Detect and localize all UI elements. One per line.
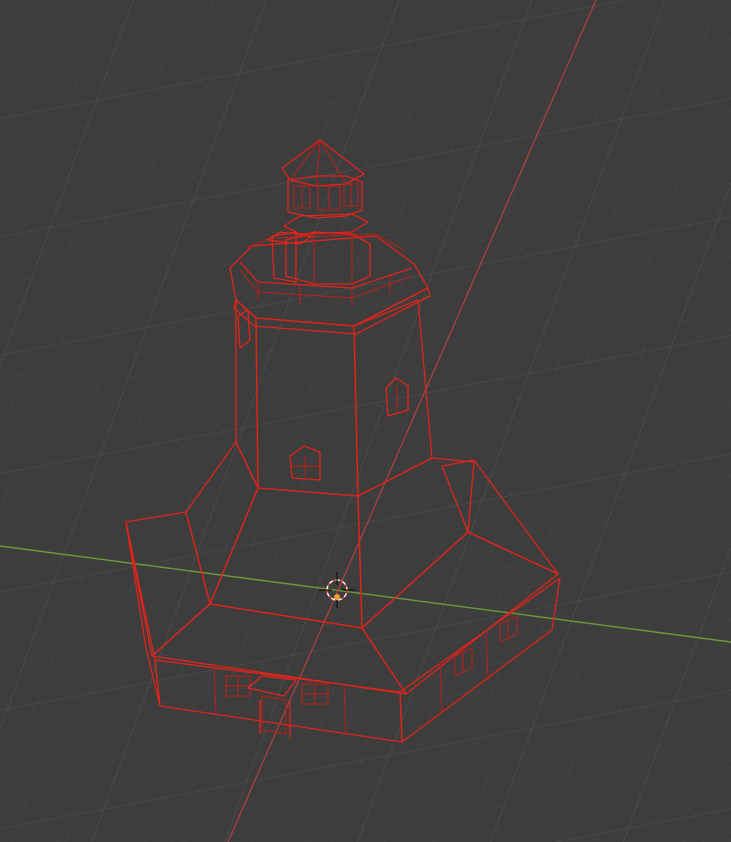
3d-viewport[interactable] bbox=[0, 0, 731, 842]
grid-major bbox=[0, 0, 731, 842]
object-origin-icon bbox=[334, 594, 340, 600]
viewport-canvas[interactable] bbox=[0, 0, 731, 842]
